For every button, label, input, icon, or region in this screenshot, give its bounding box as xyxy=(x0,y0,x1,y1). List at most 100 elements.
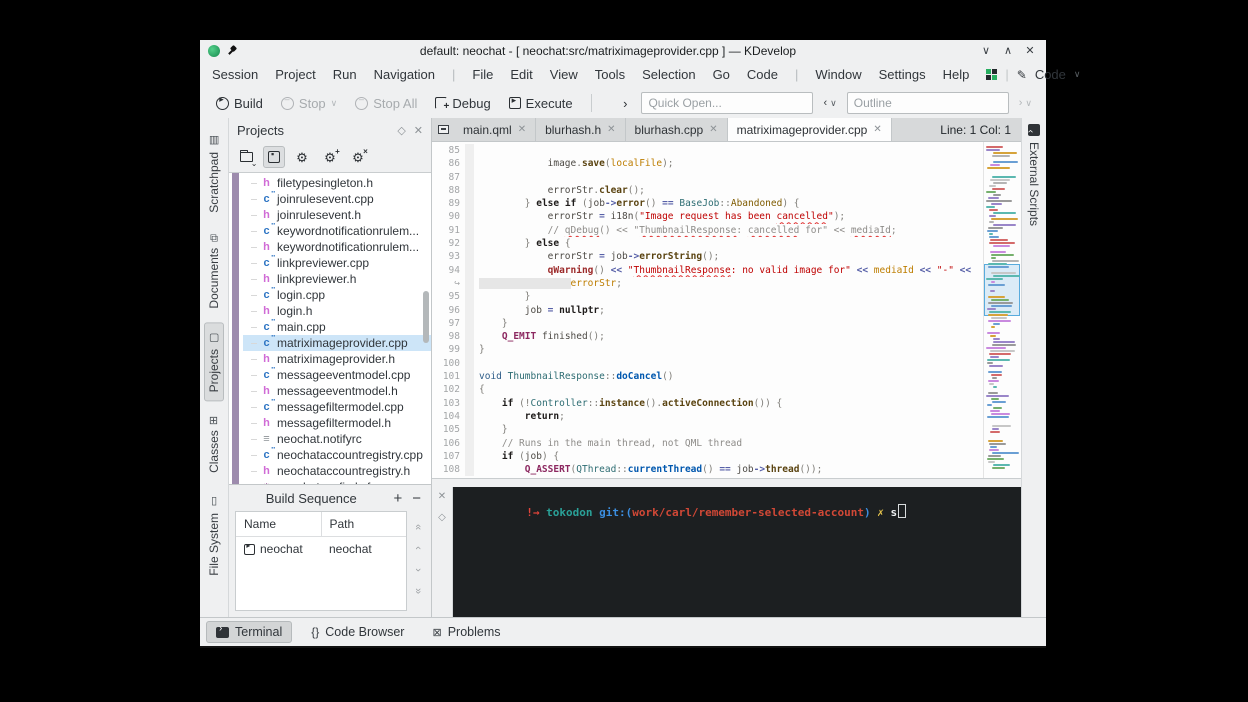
close-button[interactable]: ✕ xyxy=(1022,44,1038,57)
code-line[interactable]: 90 errorStr = i18n("Image request has be… xyxy=(432,210,983,223)
sidebar-tab-scratchpad[interactable]: Scratchpad▤ xyxy=(205,126,223,221)
show-targets-button[interactable] xyxy=(263,146,285,168)
move-bottom-button[interactable]: » xyxy=(412,588,424,594)
minimap[interactable] xyxy=(983,142,1021,478)
menu-item-run[interactable]: Run xyxy=(333,67,357,82)
back-navigation[interactable]: ‹ ∨ xyxy=(819,97,840,109)
stop-dropdown-icon[interactable]: ∨ xyxy=(331,98,338,109)
toolview-terminal-button[interactable]: Terminal xyxy=(206,621,292,643)
code-line[interactable]: 99} xyxy=(432,343,983,356)
code-line[interactable]: 106 // Runs in the main thread, not QML … xyxy=(432,437,983,450)
quick-open-input[interactable] xyxy=(641,92,813,114)
code-line[interactable]: ↪ errorStr; xyxy=(432,277,983,290)
menu-item-tools[interactable]: Tools xyxy=(595,67,625,82)
code-line[interactable]: 91 // qDebug() << "ThumbnailResponse: ca… xyxy=(432,224,983,237)
tree-item-neochataccountregistry-cpp[interactable]: cneochataccountregistry.cpp xyxy=(243,447,431,463)
tree-item-messagefiltermodel-h[interactable]: hmessagefiltermodel.h xyxy=(243,415,431,431)
code-line[interactable]: 96 job = nullptr; xyxy=(432,304,983,317)
chevron-down-icon[interactable]: ∨ xyxy=(1074,69,1081,80)
menu-item-navigation[interactable]: Navigation xyxy=(374,67,435,82)
editor-tab-blurhash-cpp[interactable]: blurhash.cpp✕ xyxy=(626,118,728,141)
reload-project-button[interactable]: ⚙+ xyxy=(319,146,341,168)
tree-item-linkpreviewer-cpp[interactable]: clinkpreviewer.cpp xyxy=(243,255,431,271)
menu-item-session[interactable]: Session xyxy=(212,67,258,82)
minimize-button[interactable]: ∨ xyxy=(978,44,994,57)
sidebar-tab-classes[interactable]: Classes⊞ xyxy=(205,408,223,481)
tree-item-joinrulesevent-cpp[interactable]: cjoinrulesevent.cpp xyxy=(243,191,431,207)
sidebar-tab-projects[interactable]: Projects▢ xyxy=(204,322,224,401)
code-line[interactable]: 86 image.save(localFile); xyxy=(432,157,983,170)
code-line[interactable]: 100 xyxy=(432,357,983,370)
remove-build-item-button[interactable]: − xyxy=(412,490,421,507)
menu-item-project[interactable]: Project xyxy=(275,67,315,82)
column-header-name[interactable]: Name xyxy=(236,512,322,536)
code-line[interactable]: 87 xyxy=(432,171,983,184)
menu-item-file[interactable]: File xyxy=(472,67,493,82)
grid-icon[interactable] xyxy=(986,69,997,80)
code-line[interactable]: 104 return; xyxy=(432,410,983,423)
editor-terminal-splitter[interactable] xyxy=(432,478,1021,487)
forward-navigation[interactable]: › ∨ xyxy=(1015,97,1036,109)
tree-item-neochataccountregistry-h[interactable]: hneochataccountregistry.h xyxy=(243,463,431,479)
close-project-button[interactable]: ⚙× xyxy=(347,146,369,168)
close-panel-icon[interactable]: ✕ xyxy=(414,124,423,137)
editor-tab-main-qml[interactable]: main.qml✕ xyxy=(454,118,536,141)
sidebar-tab-external-scripts[interactable]: External Scripts xyxy=(1027,142,1041,226)
code-line[interactable]: 95 } xyxy=(432,290,983,303)
menu-item-settings[interactable]: Settings xyxy=(879,67,926,82)
code-line[interactable]: 97 } xyxy=(432,317,983,330)
code-line[interactable]: 105 } xyxy=(432,423,983,436)
code-line[interactable]: 94 qWarning() << "ThumbnailResponse: no … xyxy=(432,264,983,277)
toolview-problems-button[interactable]: ⊠Problems xyxy=(423,622,509,642)
configure-button[interactable]: ⚙ xyxy=(291,146,313,168)
code-line[interactable]: 103 if (!Controller::instance().activeCo… xyxy=(432,397,983,410)
menu-item-view[interactable]: View xyxy=(550,67,578,82)
menu-item-window[interactable]: Window xyxy=(815,67,861,82)
code-line[interactable]: 108 Q_ASSERT(QThread::currentThread() ==… xyxy=(432,463,983,476)
menu-item-go[interactable]: Go xyxy=(713,67,730,82)
move-top-button[interactable]: « xyxy=(412,524,424,530)
tree-item-neochatconfig-kcfg[interactable]: ⚙neochatconfig.kcfg xyxy=(243,479,431,484)
outline-input[interactable] xyxy=(847,92,1009,114)
maximize-button[interactable]: ∧ xyxy=(1000,44,1016,57)
move-down-button[interactable]: › xyxy=(412,568,424,572)
tab-close-icon[interactable]: ✕ xyxy=(873,124,881,135)
terminal[interactable]: !→ tokodon git:(work/carl/remember-selec… xyxy=(453,487,1021,617)
code-editor[interactable]: 8586 image.save(localFile);8788 errorStr… xyxy=(432,142,1021,478)
tree-item-messagefiltermodel-cpp[interactable]: cmessagefiltermodel.cpp xyxy=(243,399,431,415)
code-line[interactable]: 102{ xyxy=(432,383,983,396)
tree-item-login-cpp[interactable]: clogin.cpp xyxy=(243,287,431,303)
tab-close-icon[interactable]: ✕ xyxy=(607,124,615,135)
menu-item-selection[interactable]: Selection xyxy=(642,67,695,82)
stop-button[interactable]: Stop ∨ xyxy=(275,93,343,114)
code-session-button[interactable]: Code xyxy=(1035,67,1066,82)
code-line[interactable]: 88 errorStr.clear(); xyxy=(432,184,983,197)
tab-close-icon[interactable]: ✕ xyxy=(518,124,526,135)
execute-button[interactable]: Execute xyxy=(503,93,579,114)
terminal-detach-icon[interactable]: ◇ xyxy=(438,512,446,523)
float-panel-icon[interactable]: ◇ xyxy=(397,124,405,137)
debug-button[interactable]: Debug xyxy=(429,93,496,114)
code-line[interactable]: 89 } else if (job->error() == BaseJob::A… xyxy=(432,197,983,210)
editor-tab-blurhash-h[interactable]: blurhash.h✕ xyxy=(536,118,625,141)
code-line[interactable]: 101void ThumbnailResponse::doCancel() xyxy=(432,370,983,383)
menu-item-help[interactable]: Help xyxy=(943,67,970,82)
menu-item-edit[interactable]: Edit xyxy=(510,67,532,82)
code-line[interactable]: 93 errorStr = job->errorString(); xyxy=(432,250,983,263)
build-button[interactable]: Build xyxy=(210,93,269,114)
tree-item-messageeventmodel-cpp[interactable]: cmessageeventmodel.cpp xyxy=(243,367,431,383)
toolview-code-browser-button[interactable]: {}Code Browser xyxy=(302,622,413,642)
move-up-button[interactable]: ‹ xyxy=(412,546,424,550)
code-line[interactable]: 92 } else { xyxy=(432,237,983,250)
tab-switcher-button[interactable] xyxy=(432,118,454,141)
menu-item-code[interactable]: Code xyxy=(747,67,778,82)
tree-item-matriximageprovider-cpp[interactable]: cmatriximageprovider.cpp xyxy=(243,335,431,351)
sidebar-tab-file-system[interactable]: File System▭ xyxy=(205,487,223,584)
tab-close-icon[interactable]: ✕ xyxy=(709,124,717,135)
toolbar-overflow-button[interactable]: › xyxy=(615,96,635,111)
editor-tab-matriximageprovider-cpp[interactable]: matriximageprovider.cpp✕ xyxy=(728,118,892,141)
code-line[interactable]: 85 xyxy=(432,144,983,157)
code-line[interactable]: 98 Q_EMIT finished(); xyxy=(432,330,983,343)
sidebar-tab-documents[interactable]: Documents⧉ xyxy=(205,227,223,317)
tree-item-keywordnotificationrulem-[interactable]: ckeywordnotificationrulem... xyxy=(243,223,431,239)
